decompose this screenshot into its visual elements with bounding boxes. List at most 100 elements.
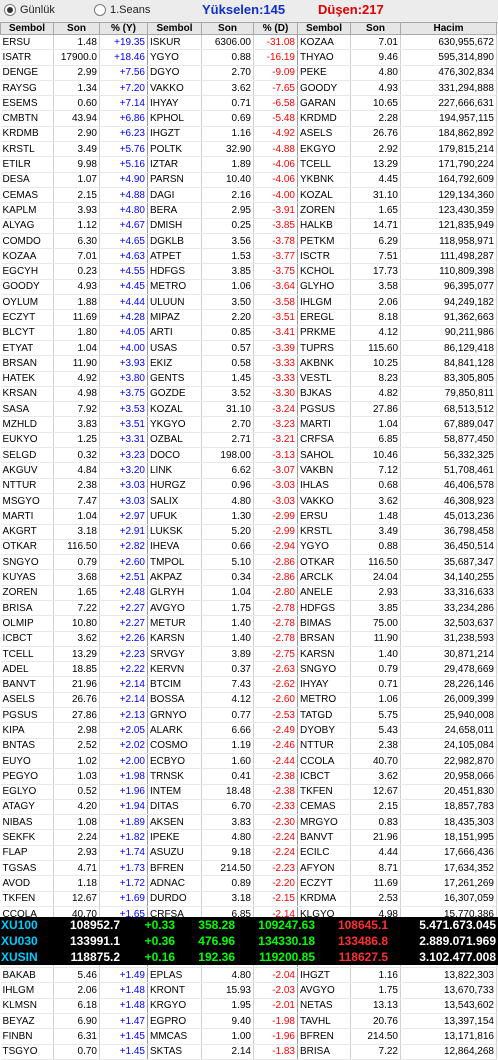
table-row[interactable]: NTTUR 2.38 +3.03 HURGZ 0.96 -3.03 IHLAS 0.68 46,…: [0, 478, 497, 494]
table-row[interactable]: ALYAG 1.12 +4.67 DMISH 0.25 -3.85 HALKB 14.71 12…: [0, 218, 497, 234]
index-row[interactable]: XUSIN 118875.2 +0.16 192.36 119200.85 118627.…: [0, 949, 498, 965]
gainer-symbol: MSGYO: [0, 493, 54, 510]
gunluk-label[interactable]: Günlük: [20, 4, 55, 16]
table-row[interactable]: IHLGM 2.06 +1.48 KRONT 15.93 -2.03 AVGYO 1.75 13…: [0, 982, 497, 999]
col-header-symbol[interactable]: Sembol: [0, 22, 54, 35]
gainer-pct: +2.22: [99, 661, 148, 678]
table-row[interactable]: BRSAN 11.90 +3.93 EKIZ 0.58 -3.33 AKBNK 10.25 84…: [0, 355, 497, 372]
table-row[interactable]: AKGUV 4.84 +3.20 LINK 6.62 -3.07 VAKBN 7.12 51,7…: [0, 462, 497, 479]
col-header-volume[interactable]: Hacim: [400, 22, 497, 35]
table-row[interactable]: DESA 1.07 +4.90 PARSN 10.40 -4.06 YKBNK 4.45 164…: [0, 172, 497, 188]
table-row[interactable]: ADEL 18.85 +2.22 KERVN 0.37 -2.63 SNGYO 0.79 29,…: [0, 661, 497, 678]
table-row[interactable]: FLAP 2.93 +1.74 ASUZU 9.18 -2.24 ECILC 4.44 17,6…: [0, 845, 497, 862]
table-row[interactable]: BANVT 21.96 +2.14 BTCIM 7.43 -2.62 IHYAY 0.71 28…: [0, 676, 497, 693]
table-row[interactable]: BEYAZ 6.90 +1.47 EGPRO 9.40 -1.98 TAVHL 20.76 13…: [0, 1013, 497, 1030]
table-row[interactable]: ZOREN 1.65 +2.48 GLRYH 1.04 -2.80 ANELE 2.93 33,…: [0, 585, 497, 601]
volume-last: 1.48: [350, 508, 401, 525]
table-row[interactable]: TKFEN 12.67 +1.69 DURDO 3.18 -2.15 KRDMA 2.53 16…: [0, 891, 497, 907]
table-row[interactable]: FINBN 6.31 +1.45 MMCAS 1.00 -1.96 BFREN 214.50 1…: [0, 1028, 497, 1045]
table-row[interactable]: AKGRT 3.18 +2.91 LUKSK 5.20 -2.99 KRSTL 3.49 36,…: [0, 524, 497, 540]
table-row[interactable]: BLCYT 1.80 +4.05 ARTI 0.85 -3.41 PRKME 4.12 90,2…: [0, 325, 497, 341]
table-row[interactable]: MARTI 1.04 +2.97 UFUK 1.30 -2.99 ERSU 1.48 45,01…: [0, 508, 497, 525]
table-row[interactable]: PEGYO 1.03 +1.98 TRNSK 0.41 -2.38 ICBCT 3.62 20,…: [0, 768, 497, 785]
table-row[interactable]: MSGYO 7.47 +3.03 SALIX 4.80 -3.03 VAKKO 3.62 46,…: [0, 493, 497, 510]
table-row[interactable]: KRSTL 3.49 +5.76 POLTK 32.90 -4.88 EKGYO 2.92 17…: [0, 141, 497, 158]
col-header-pct-down[interactable]: % (D): [253, 22, 298, 35]
table-row[interactable]: OTKAR 116.50 +2.82 IHEVA 0.66 -2.94 YGYO 0.88 36…: [0, 539, 497, 556]
col-header-last[interactable]: Son: [53, 22, 100, 35]
volume-amount: 184,862,892: [400, 126, 497, 143]
table-row[interactable]: BNTAS 2.52 +2.02 COSMO 1.19 -2.46 NTTUR 2.38 24,…: [0, 738, 497, 754]
table-row[interactable]: ICBCT 3.62 +2.26 KARSN 1.40 -2.78 BRSAN 11.90 31…: [0, 631, 497, 647]
col-header-pct-up[interactable]: % (Y): [99, 22, 148, 35]
table-row[interactable]: DENGE 2.99 +7.56 DGYO 2.70 -9.09 PEKE 4.80 476,3…: [0, 65, 497, 81]
table-row[interactable]: KUYAS 3.68 +2.51 AKPAZ 0.34 -2.86 ARCLK 24.04 34…: [0, 569, 497, 586]
col-header-last[interactable]: Son: [201, 22, 254, 35]
volume-symbol: AVGYO: [297, 982, 351, 999]
table-row[interactable]: MZHLD 3.83 +3.51 YKGYO 2.70 -3.23 MARTI 1.04 67,…: [0, 416, 497, 433]
volume-last: 26.76: [350, 126, 401, 143]
gainer-pct: +7.14: [99, 95, 148, 112]
table-row[interactable]: ECZYT 11.69 +4.28 MIPAZ 2.20 -3.51 EREGL 8.18 91…: [0, 309, 497, 326]
table-row[interactable]: EUYO 1.02 +2.00 ECBYO 1.60 -2.44 CCOLA 40.70 22,…: [0, 753, 497, 770]
loser-pct: -2.38: [253, 768, 298, 785]
table-row[interactable]: KRSAN 4.98 +3.75 GOZDE 3.52 -3.30 BJKAS 4.82 79,…: [0, 386, 497, 403]
table-row[interactable]: OYLUM 1.88 +4.44 ULUUN 3.50 -3.58 IHLGM 2.06 94,…: [0, 294, 497, 311]
volume-amount: 26,009,399: [400, 692, 497, 709]
table-row[interactable]: EGLYO 0.52 +1.96 INTEM 18.48 -2.38 TKFEN 12.67 2…: [0, 784, 497, 800]
table-row[interactable]: KOZAA 7.01 +4.63 ATPET 1.53 -3.77 ISCTR 7.51 111…: [0, 248, 497, 265]
table-row[interactable]: CEMAS 2.15 +4.88 DAGI 2.16 -4.00 KOZAL 31.10 129…: [0, 187, 497, 204]
index-row[interactable]: XU100 108952.7 +0.33 358.28 109247.63 108645.…: [0, 917, 498, 933]
table-row[interactable]: ERSU 1.48 +19.35 ISKUR 6306.00 -31.08 KOZAA 7.0…: [0, 34, 497, 51]
table-row[interactable]: SELGD 0.32 +3.23 DOCO 198.00 -3.13 SAHOL 10.46 5…: [0, 447, 497, 464]
loser-last: 1.40: [201, 631, 254, 647]
table-row[interactable]: PGSUS 27.86 +2.13 GRNYO 0.77 -2.53 TATGD 5.75 25…: [0, 707, 497, 724]
col-header-symbol[interactable]: Sembol: [297, 22, 351, 35]
table-row[interactable]: KAPLM 3.93 +4.80 BERA 2.95 -3.91 ZOREN 1.65 123,…: [0, 202, 497, 219]
table-row[interactable]: GOODY 4.93 +4.45 METRO 1.06 -3.64 GLYHO 3.58 96,…: [0, 279, 497, 296]
table-row[interactable]: KRDMB 2.90 +6.23 IHGZT 1.16 -4.92 ASELS 26.76 18…: [0, 126, 497, 143]
seans-label[interactable]: 1.Seans: [110, 4, 150, 16]
table-row[interactable]: KLMSN 6.18 +1.48 KRGYO 1.95 -2.01 NETAS 13.13 13…: [0, 998, 497, 1015]
index-row[interactable]: XU030 133991.1 +0.36 476.96 134330.18 133486.…: [0, 933, 498, 949]
table-row[interactable]: ATAGY 4.20 +1.94 DITAS 6.70 -2.33 CEMAS 2.15 18,…: [0, 799, 497, 816]
table-row[interactable]: BRISA 7.22 +2.27 AVGYO 1.75 -2.78 HDFGS 3.85 33,…: [0, 600, 497, 617]
table-row[interactable]: TCELL 13.29 +2.23 SRVGY 3.89 -2.75 KARSN 1.40 30…: [0, 646, 497, 663]
table-row[interactable]: RAYSG 1.34 +7.20 VAKKO 3.62 -7.65 GOODY 4.93 331…: [0, 80, 497, 97]
col-header-symbol[interactable]: Sembol: [147, 22, 202, 35]
col-header-last[interactable]: Son: [350, 22, 401, 35]
loser-symbol: DOCO: [147, 447, 202, 464]
table-row[interactable]: TSGYO 0.70 +1.45 SKTAS 2.14 -1.83 BRISA 7.22 12,…: [0, 1044, 497, 1060]
table-row[interactable]: TGSAS 4.71 +1.73 BFREN 214.50 -2.23 AFYON 8.71 1…: [0, 860, 497, 877]
gunluk-radio[interactable]: [4, 4, 16, 16]
table-row[interactable]: NIBAS 1.08 +1.89 AKSEN 3.83 -2.30 MRGYO 0.83 18,…: [0, 814, 497, 831]
gainer-last: 7.47: [53, 493, 100, 510]
table-row[interactable]: ETYAT 1.04 +4.00 USAS 0.57 -3.39 TUPRS 115.60 86…: [0, 340, 497, 357]
loser-last: 3.52: [201, 386, 254, 403]
table-row[interactable]: AVOD 1.18 +1.72 ADNAC 0.89 -2.20 ECZYT 11.69 17,…: [0, 875, 497, 892]
table-row[interactable]: KIPA 2.98 +2.05 ALARK 6.66 -2.49 DYOBY 5.43 24,6…: [0, 722, 497, 739]
volume-last: 1.16: [350, 967, 401, 984]
table-row[interactable]: SNGYO 0.79 +2.60 TMPOL 5.10 -2.86 OTKAR 116.50 3…: [0, 554, 497, 571]
gainer-symbol: KAPLM: [0, 202, 54, 219]
table-row[interactable]: OLMIP 10.80 +2.27 METUR 1.40 -2.78 BIMAS 75.00 3…: [0, 615, 497, 632]
table-row[interactable]: COMDO 6.30 +4.65 DGKLB 3.56 -3.78 PETKM 6.29 118…: [0, 233, 497, 250]
table-row[interactable]: EGCYH 0.23 +4.55 HDFGS 3.85 -3.75 KCHOL 17.73 11…: [0, 263, 497, 280]
table-row[interactable]: EUKYO 1.25 +3.31 OZBAL 2.71 -3.21 CRFSA 6.85 58,…: [0, 432, 497, 449]
gainer-last: 1.07: [53, 172, 100, 188]
table-row[interactable]: BAKAB 5.46 +1.49 EPLAS 4.80 -2.04 IHGZT 1.16 13,…: [0, 967, 497, 984]
gainer-last: 1.65: [53, 585, 100, 601]
table-row[interactable]: CMBTN 43.94 +6.86 KPHOL 0.69 -5.48 KRDMD 2.28 19…: [0, 110, 497, 127]
table-row[interactable]: SEKFK 2.24 +1.82 IPEKE 4.80 -2.24 BANVT 21.96 18…: [0, 829, 497, 846]
table-row[interactable]: ISATR 17900.0 +18.46 YGYO 0.88 -16.19 THYAO 9.4…: [0, 49, 497, 66]
seans-radio[interactable]: [94, 4, 106, 16]
table-row[interactable]: ETILR 9.98 +5.16 IZTAR 1.89 -4.06 TCELL 13.29 17…: [0, 156, 497, 173]
table-row[interactable]: SASA 7.92 +3.53 KOZAL 31.10 -3.24 PGSUS 27.86 68…: [0, 401, 497, 418]
gainer-symbol: CMBTN: [0, 110, 54, 127]
loser-pct: -16.19: [253, 49, 298, 66]
table-row[interactable]: ASELS 26.76 +2.14 BOSSA 4.12 -2.60 METRO 1.06 26…: [0, 692, 497, 709]
volume-amount: 123,430,359: [400, 202, 497, 219]
table-row[interactable]: ESEMS 0.60 +7.14 IHYAY 0.71 -6.58 GARAN 10.65 22…: [0, 95, 497, 112]
loser-symbol: SKTAS: [147, 1044, 202, 1060]
table-row[interactable]: HATEK 4.92 +3.80 GENTS 1.45 -3.33 VESTL 8.23 83,…: [0, 371, 497, 387]
